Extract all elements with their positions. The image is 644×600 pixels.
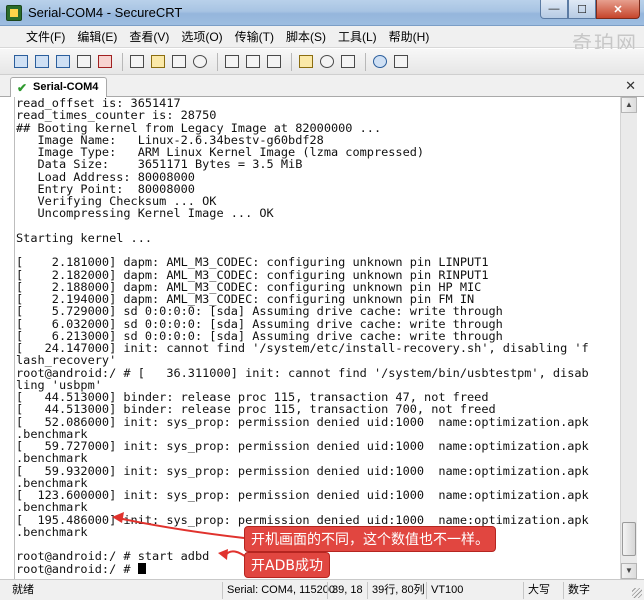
window-controls: — ☐ ✕ bbox=[540, 0, 640, 20]
status-rows-cols: 39行, 80列 bbox=[367, 581, 426, 599]
terminal-line: [ 2.182000] dapm: AML_M3_CODEC: configur… bbox=[16, 267, 489, 282]
terminal-line: lash_recovery' bbox=[16, 353, 117, 368]
terminal-line: .benchmark bbox=[16, 451, 88, 466]
session-options-icon[interactable] bbox=[297, 53, 315, 71]
title-bar: Serial-COM4 - SecureCRT — ☐ ✕ bbox=[0, 0, 644, 26]
terminal-line: Starting kernel ... bbox=[16, 230, 153, 245]
tab-serial-com4[interactable]: ✔ Serial-COM4 bbox=[10, 77, 108, 97]
terminal-cursor bbox=[137, 562, 146, 574]
quick-connect-icon[interactable] bbox=[33, 53, 51, 71]
terminal-line: Load Address: 80008000 bbox=[16, 169, 195, 184]
window-title: Serial-COM4 - SecureCRT bbox=[28, 5, 183, 20]
status-cursor-pos: 39, 18 bbox=[327, 581, 367, 599]
help-icon[interactable] bbox=[371, 53, 389, 71]
terminal-line: [ 44.513000] binder: release proc 115, t… bbox=[16, 402, 496, 417]
terminal-line: [ 59.727000] init: sys_prop: permission … bbox=[16, 439, 589, 453]
toolbar-separator bbox=[365, 52, 366, 71]
reconnect-icon[interactable] bbox=[75, 53, 93, 71]
terminal-line: ## Booting kernel from Legacy Image at 8… bbox=[16, 120, 382, 135]
terminal-line: [ 123.600000] init: sys_prop: permission… bbox=[16, 488, 589, 502]
connect-icon[interactable] bbox=[12, 53, 30, 71]
annotation-note-timestamp: 开机画面的不同，这个数值也不一样。 bbox=[244, 526, 496, 552]
print-screen-icon[interactable] bbox=[265, 53, 283, 71]
connect-tab-icon[interactable] bbox=[54, 53, 72, 71]
disconnect-icon[interactable] bbox=[96, 53, 114, 71]
copy-icon[interactable] bbox=[128, 53, 146, 71]
status-bar: 就绪 Serial: COM4, 115200 39, 18 39行, 80列 … bbox=[0, 579, 644, 600]
close-button[interactable]: ✕ bbox=[596, 0, 640, 19]
menu-transfer[interactable]: 传输(T) bbox=[229, 28, 280, 45]
securecrt-app-icon[interactable] bbox=[6, 5, 22, 21]
menu-help[interactable]: 帮助(H) bbox=[383, 28, 436, 45]
terminal-text: read_offset is: 3651417 read_times_counte… bbox=[15, 97, 620, 575]
copy-paste-icon[interactable] bbox=[170, 53, 188, 71]
menu-options[interactable]: 选项(O) bbox=[175, 28, 228, 45]
terminal-line: Data Size: 3651171 Bytes = 3.5 MiB bbox=[16, 157, 303, 172]
menu-bar: 文件(F) 编辑(E) 查看(V) 选项(O) 传输(T) 脚本(S) 工具(L… bbox=[0, 26, 644, 48]
tab-label: Serial-COM4 bbox=[33, 81, 99, 93]
terminal-line: [ 59.932000] init: sys_prop: permission … bbox=[16, 463, 589, 478]
terminal-line: .benchmark bbox=[16, 500, 88, 515]
terminal-line: [ 2.181000] dapm: AML_M3_CODEC: configur… bbox=[16, 255, 489, 270]
terminal-output[interactable]: read_offset is: 3651417 read_times_counte… bbox=[14, 97, 620, 579]
toolbar-separator bbox=[291, 52, 292, 71]
menu-script[interactable]: 脚本(S) bbox=[280, 28, 332, 45]
maximize-button[interactable]: ☐ bbox=[568, 0, 596, 19]
menu-file[interactable]: 文件(F) bbox=[20, 28, 71, 45]
terminal-line: [ 195.486000] init: sys_prop: permission… bbox=[16, 512, 589, 527]
status-caps: 大写 bbox=[523, 581, 563, 599]
minimize-button[interactable]: — bbox=[540, 0, 568, 19]
connected-check-icon: ✔ bbox=[17, 81, 28, 95]
paste-icon[interactable] bbox=[149, 53, 167, 71]
toolbar-separator bbox=[122, 52, 123, 71]
menu-edit[interactable]: 编辑(E) bbox=[71, 28, 123, 45]
terminal-line: [ 52.086000] init: sys_prop: permission … bbox=[16, 414, 589, 429]
find-icon[interactable] bbox=[191, 53, 209, 71]
global-options-icon[interactable] bbox=[318, 53, 336, 71]
menu-view[interactable]: 查看(V) bbox=[123, 28, 175, 45]
status-ready: 就绪 bbox=[12, 583, 34, 596]
menu-tools[interactable]: 工具(L) bbox=[332, 28, 383, 45]
toolbar bbox=[0, 49, 644, 75]
scrollbar-thumb[interactable] bbox=[622, 522, 636, 556]
close-tab-icon[interactable]: ✕ bbox=[625, 78, 636, 94]
print-selection-icon[interactable] bbox=[244, 53, 262, 71]
resize-grip-icon[interactable] bbox=[632, 588, 642, 598]
terminal-line: root@android:/ # [ 36.311000] init: cann… bbox=[16, 365, 589, 380]
vertical-scrollbar[interactable]: ▲ ▼ bbox=[620, 97, 637, 579]
session-tab-bar: ✔ Serial-COM4 ✕ bbox=[0, 75, 644, 97]
scroll-down-icon[interactable]: ▼ bbox=[621, 563, 637, 579]
terminal-line: [ 5.729000] sd 0:0:0:0: [sda] Assuming d… bbox=[16, 304, 503, 319]
print-icon[interactable] bbox=[223, 53, 241, 71]
toolbar-separator bbox=[217, 52, 218, 71]
status-num: 数字 bbox=[563, 581, 593, 599]
scroll-up-icon[interactable]: ▲ bbox=[621, 97, 637, 113]
status-serial: Serial: COM4, 115200 bbox=[222, 581, 335, 599]
terminal-line: [ 6.032000] sd 0:0:0:0: [sda] Assuming d… bbox=[16, 316, 503, 331]
terminal-line: Uncompressing Kernel Image ... OK bbox=[16, 206, 274, 221]
sftp-icon[interactable] bbox=[392, 53, 410, 71]
status-terminal-type: VT100 bbox=[426, 581, 523, 599]
keymap-icon[interactable] bbox=[339, 53, 357, 71]
terminal-line: read_times_counter is: 28750 bbox=[16, 108, 217, 123]
annotation-note-adb: 开ADB成功 bbox=[244, 552, 330, 578]
